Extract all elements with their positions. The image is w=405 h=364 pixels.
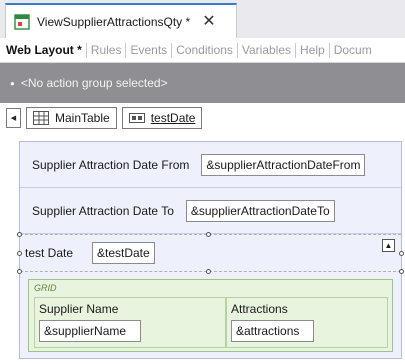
breadcrumb-test-date[interactable]: testDate xyxy=(121,107,203,129)
resize-handle[interactable] xyxy=(17,232,22,237)
breadcrumb-main-table[interactable]: MainTable xyxy=(26,107,117,129)
breadcrumb-main-table-label: MainTable xyxy=(55,111,110,125)
row-date-from: Supplier Attraction Date From &supplierA… xyxy=(20,142,401,188)
breadcrumb: ◀ MainTable testDate xyxy=(0,103,405,133)
resize-handle[interactable] xyxy=(206,269,211,274)
label-test-date: test Date xyxy=(25,246,74,260)
document-tabstrip: ViewSupplierAttractionsQty * ✕ xyxy=(0,0,405,38)
resize-handle[interactable] xyxy=(17,269,22,274)
document-title: ViewSupplierAttractionsQty * xyxy=(37,14,191,29)
table-icon xyxy=(33,111,49,125)
field-date-to[interactable]: &supplierAttractionDateTo xyxy=(185,199,335,222)
back-arrow-icon[interactable]: ◀ xyxy=(6,108,21,128)
move-up-icon[interactable]: ▲ xyxy=(382,239,395,252)
label-date-from: Supplier Attraction Date From xyxy=(32,157,190,172)
field-date-from[interactable]: &supplierAttractionDateFrom xyxy=(201,153,366,176)
tab-variables[interactable]: Variables xyxy=(238,42,297,58)
attribute-icon xyxy=(128,113,145,123)
grid-column-supplier-name[interactable]: Supplier Name &supplierName xyxy=(34,297,226,348)
grid-column-attractions[interactable]: Attractions &attractions xyxy=(226,297,388,348)
breadcrumb-test-date-label: testDate xyxy=(150,111,196,125)
field-supplier-name[interactable]: &supplierName xyxy=(39,320,141,342)
bullet-icon: ● xyxy=(10,78,15,88)
layout-canvas: Supplier Attraction Date From &supplierA… xyxy=(17,141,404,359)
grid-header-attractions: Attractions xyxy=(231,302,288,316)
field-test-date[interactable]: &testDate xyxy=(92,242,155,264)
field-attractions[interactable]: &attractions xyxy=(231,320,314,342)
resize-handle[interactable] xyxy=(17,251,22,256)
label-date-to: Supplier Attraction Date To xyxy=(32,203,174,218)
editor-subtabs: Web Layout * Rules Events Conditions Var… xyxy=(0,38,405,63)
resize-handle[interactable] xyxy=(399,269,404,274)
row-test-date[interactable]: test Date &testDate ▲ xyxy=(17,232,404,274)
grid-header-supplier-name: Supplier Name xyxy=(39,302,119,316)
action-group-label: <No action group selected> xyxy=(20,76,168,90)
tab-conditions[interactable]: Conditions xyxy=(172,42,238,58)
tab-rules[interactable]: Rules xyxy=(87,42,127,58)
row-date-to: Supplier Attraction Date To &supplierAtt… xyxy=(20,188,401,234)
document-tab[interactable]: ViewSupplierAttractionsQty * ✕ xyxy=(5,3,237,38)
close-icon[interactable]: ✕ xyxy=(202,13,215,30)
grid-control[interactable]: GRID Supplier Name &supplierName Attract… xyxy=(28,279,393,352)
tab-help[interactable]: Help xyxy=(296,42,330,58)
action-group-bar[interactable]: ● <No action group selected> xyxy=(0,63,405,103)
resize-handle[interactable] xyxy=(399,251,404,256)
object-icon xyxy=(14,13,30,30)
grid-tag: GRID xyxy=(34,283,57,293)
tab-documentation[interactable]: Docum xyxy=(330,43,376,58)
tab-events[interactable]: Events xyxy=(126,42,173,58)
resize-handle[interactable] xyxy=(206,232,211,237)
tab-web-layout[interactable]: Web Layout * xyxy=(0,42,87,58)
